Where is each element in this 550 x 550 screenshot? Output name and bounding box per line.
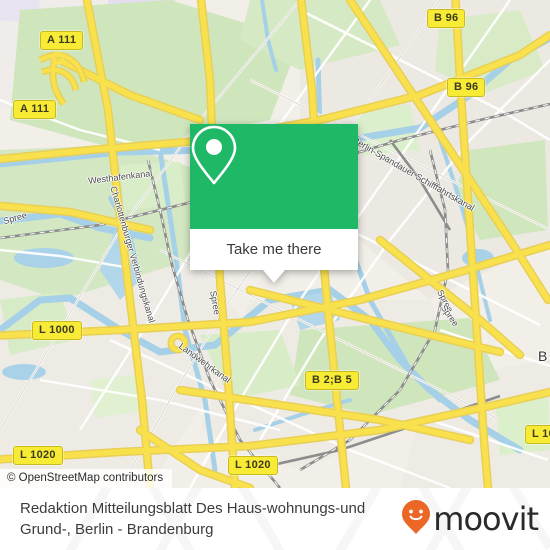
road-shield: L 10 <box>525 425 550 444</box>
road-shield: B 96 <box>427 9 466 28</box>
map-canvas[interactable]: A 111 A 111 B 96 B 96 L 1000 L 1020 L 10… <box>0 0 550 488</box>
take-me-there-button[interactable]: Take me there <box>190 229 358 270</box>
take-me-there-label: Take me there <box>226 241 322 258</box>
location-popup[interactable]: Take me there <box>190 124 358 283</box>
moovit-logo[interactable]: moovit <box>401 499 539 540</box>
osm-attribution-text: © OpenStreetMap contributors <box>7 472 164 484</box>
osm-attribution[interactable]: © OpenStreetMap contributors <box>0 469 173 488</box>
road-shield: B 96 <box>447 78 486 97</box>
map-screenshot: A 111 A 111 B 96 B 96 L 1000 L 1020 L 10… <box>0 0 550 550</box>
page-title: Redaktion Mitteilungsblatt Des Haus-wohn… <box>20 500 366 538</box>
moovit-wordmark: moovit <box>433 500 539 538</box>
popup-tail <box>263 270 285 283</box>
popup-icon-panel <box>190 124 358 229</box>
road-shield: B 2;B 5 <box>305 371 359 390</box>
road-shield: L 1000 <box>32 321 82 340</box>
moovit-pin-icon <box>401 499 431 540</box>
footer-bar: Redaktion Mitteilungsblatt Des Haus-wohn… <box>0 488 550 550</box>
road-shield: L 1020 <box>228 456 278 475</box>
road-shield: A 111 <box>13 100 57 119</box>
road-shield: A 111 <box>40 31 84 50</box>
road-shield: L 1020 <box>13 446 63 465</box>
